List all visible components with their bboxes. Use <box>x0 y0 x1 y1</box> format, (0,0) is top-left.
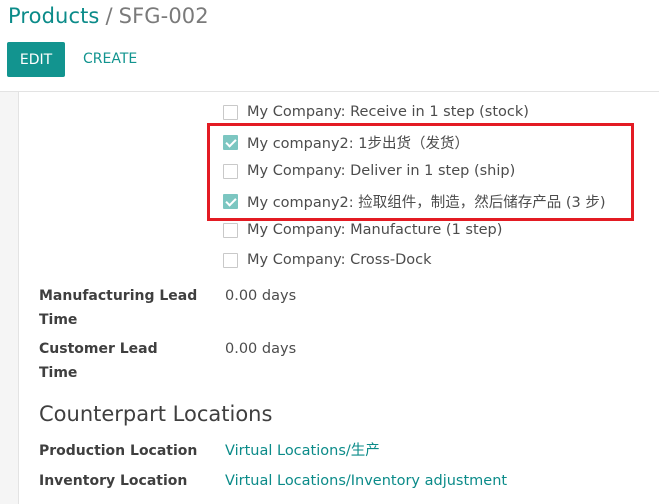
route-checkbox[interactable] <box>223 252 238 268</box>
route-label: My Company: Receive in 1 step (stock) <box>247 104 529 120</box>
annotation-highlight-box <box>207 123 634 221</box>
breadcrumb: Products / SFG-002 <box>8 4 209 28</box>
manufacturing-lead-time-value: 0.00 days <box>225 288 297 304</box>
route-checkbox[interactable] <box>223 104 238 120</box>
route-label: My Company: Manufacture (1 step) <box>247 222 503 238</box>
customer-lead-time-value: 0.00 days <box>225 341 297 357</box>
create-button[interactable]: CREATE <box>75 42 145 77</box>
production-location-link[interactable]: Virtual Locations/生产 <box>225 439 380 463</box>
counterpart-locations-title: Counterpart Locations <box>39 402 273 426</box>
production-location-label: Production Location <box>39 443 198 459</box>
manufacturing-lead-time-label: Manufacturing Lead Time <box>39 288 198 328</box>
route-option[interactable]: My Company: Manufacture (1 step) <box>223 219 502 241</box>
route-option[interactable]: My Company: Cross-Dock <box>223 249 432 271</box>
breadcrumb-separator: / <box>105 4 113 28</box>
inventory-location-label: Inventory Location <box>39 473 188 489</box>
route-checkbox[interactable] <box>223 222 238 238</box>
control-panel: Products / SFG-002 EDIT CREATE <box>0 0 659 92</box>
inventory-location-link[interactable]: Virtual Locations/Inventory adjustment <box>225 469 507 493</box>
route-label: My Company: Cross-Dock <box>247 252 432 268</box>
edit-button[interactable]: EDIT <box>7 42 65 77</box>
customer-lead-time-label: Customer Lead Time <box>39 341 158 381</box>
route-option[interactable]: My Company: Receive in 1 step (stock) <box>223 101 529 123</box>
breadcrumb-current: SFG-002 <box>118 4 209 28</box>
breadcrumb-products-link[interactable]: Products <box>8 4 99 28</box>
